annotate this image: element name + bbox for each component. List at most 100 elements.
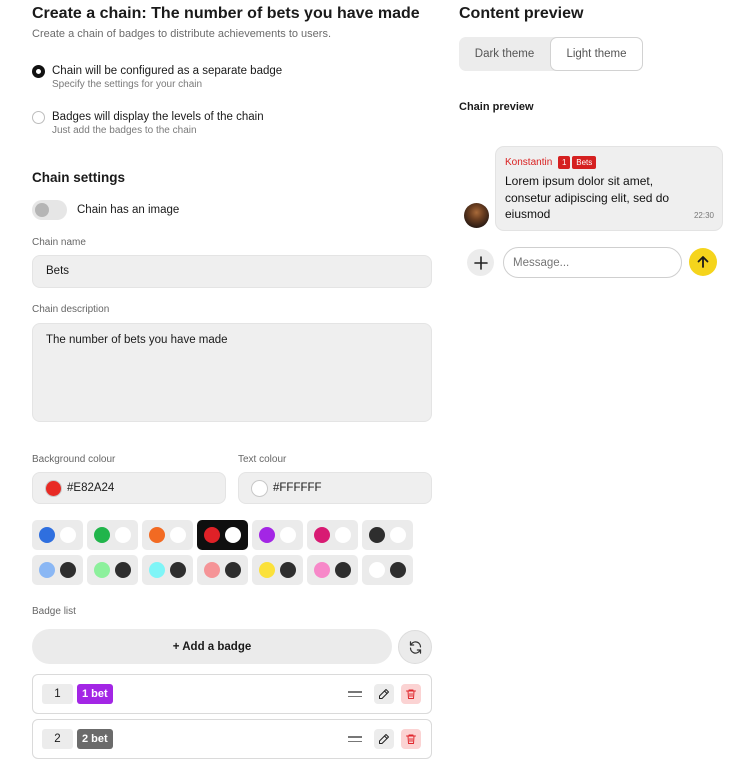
badge-row: 22 bet xyxy=(32,719,432,759)
refresh-icon xyxy=(409,640,421,654)
avatar xyxy=(464,203,489,228)
send-button[interactable] xyxy=(689,248,717,276)
refresh-button[interactable] xyxy=(398,630,432,664)
chat-message-bubble: Konstantin 1 Bets Lorem ipsum dolor sit … xyxy=(495,146,723,231)
colour-swatch[interactable] xyxy=(362,520,413,550)
toggle-knob xyxy=(35,203,49,217)
swatch-fg-dot xyxy=(115,562,131,578)
colour-swatch[interactable] xyxy=(142,555,193,585)
colour-swatch[interactable] xyxy=(87,555,138,585)
colour-swatch[interactable] xyxy=(32,520,83,550)
text-colour-label: Text colour xyxy=(238,454,287,465)
trash-icon xyxy=(406,734,416,744)
swatch-bg-dot xyxy=(259,562,275,578)
has-image-label: Chain has an image xyxy=(77,204,180,216)
swatch-bg-dot xyxy=(39,562,55,578)
swatch-fg-dot xyxy=(390,527,406,543)
edit-badge-button[interactable] xyxy=(374,729,394,749)
add-badge-button[interactable]: + Add a badge xyxy=(32,629,392,664)
option-title: Badges will display the levels of the ch… xyxy=(52,111,264,123)
swatch-fg-dot xyxy=(390,562,406,578)
colour-swatch[interactable] xyxy=(197,555,248,585)
message-text: Lorem ipsum dolor sit amet, consetur adi… xyxy=(505,174,670,221)
swatch-bg-dot xyxy=(259,527,275,543)
attach-button[interactable] xyxy=(467,249,494,276)
delete-badge-button[interactable] xyxy=(401,729,421,749)
colour-swatch[interactable] xyxy=(362,555,413,585)
theme-switch: Dark theme Light theme xyxy=(459,37,643,71)
swatch-fg-dot xyxy=(225,562,241,578)
swatch-fg-dot xyxy=(170,562,186,578)
arrow-up-icon xyxy=(697,256,709,268)
swatch-fg-dot xyxy=(60,527,76,543)
page-title: Create a chain: The number of bets you h… xyxy=(32,5,420,22)
message-input[interactable] xyxy=(503,247,682,278)
colour-swatch[interactable] xyxy=(252,555,303,585)
plus-icon xyxy=(473,255,488,270)
radio-selected-icon[interactable] xyxy=(32,65,45,78)
option-title: Chain will be configured as a separate b… xyxy=(52,65,283,77)
colour-swatch[interactable] xyxy=(307,555,358,585)
badge-number[interactable]: 2 xyxy=(42,729,73,749)
content-preview-title: Content preview xyxy=(459,5,584,22)
chain-name-input[interactable]: Bets xyxy=(32,255,432,288)
chain-settings-heading: Chain settings xyxy=(32,170,126,185)
page-subtitle: Create a chain of badges to distribute a… xyxy=(32,28,332,40)
badge-row: 11 bet xyxy=(32,674,432,714)
badge-pill: 2 bet xyxy=(77,729,113,749)
swatch-fg-dot xyxy=(335,562,351,578)
message-time: 22:30 xyxy=(693,211,714,220)
background-colour-input[interactable]: #E82A24 xyxy=(32,472,226,504)
swatch-bg-dot xyxy=(149,527,165,543)
colour-swatch[interactable] xyxy=(252,520,303,550)
edit-badge-button[interactable] xyxy=(374,684,394,704)
swatch-fg-dot xyxy=(115,527,131,543)
colour-swatch[interactable] xyxy=(87,520,138,550)
swatch-fg-dot xyxy=(60,562,76,578)
badge-list-label: Badge list xyxy=(32,606,76,617)
colour-swatch[interactable] xyxy=(197,520,248,550)
has-image-row: Chain has an image xyxy=(32,200,179,220)
option-separate-badge[interactable]: Chain will be configured as a separate b… xyxy=(32,64,282,92)
badge-number[interactable]: 1 xyxy=(42,684,73,704)
background-colour-value: #E82A24 xyxy=(67,482,115,494)
swatch-fg-dot xyxy=(280,527,296,543)
swatch-bg-dot xyxy=(149,562,165,578)
colour-swatch[interactable] xyxy=(142,520,193,550)
chain-preview-label: Chain preview xyxy=(459,101,534,113)
dark-theme-tab[interactable]: Dark theme xyxy=(459,37,550,71)
swatch-bg-dot xyxy=(314,562,330,578)
swatch-bg-dot xyxy=(369,562,385,578)
option-description: Just add the badges to the chain xyxy=(52,125,197,136)
chain-name-label: Chain name xyxy=(32,237,86,248)
swatch-bg-dot xyxy=(204,562,220,578)
swatch-bg-dot xyxy=(369,527,385,543)
radio-unselected-icon[interactable] xyxy=(32,111,45,124)
colour-swatch[interactable] xyxy=(307,520,358,550)
text-colour-value: #FFFFFF xyxy=(273,482,322,494)
swatch-bg-dot xyxy=(94,562,110,578)
text-colour-input[interactable]: #FFFFFF xyxy=(238,472,432,504)
message-author: Konstantin xyxy=(505,157,553,168)
drag-handle-icon[interactable] xyxy=(348,684,362,704)
swatch-fg-dot xyxy=(225,527,241,543)
trash-icon xyxy=(406,689,416,699)
swatch-bg-dot xyxy=(39,527,55,543)
option-description: Specify the settings for your chain xyxy=(52,79,203,90)
swatch-fg-dot xyxy=(280,562,296,578)
colour-swatch[interactable] xyxy=(32,555,83,585)
swatch-bg-dot xyxy=(314,527,330,543)
has-image-toggle[interactable] xyxy=(32,200,67,220)
delete-badge-button[interactable] xyxy=(401,684,421,704)
drag-handle-icon[interactable] xyxy=(348,729,362,749)
chain-name-badge: Bets xyxy=(572,156,597,169)
light-theme-tab[interactable]: Light theme xyxy=(550,37,643,71)
badge-pill: 1 bet xyxy=(77,684,113,704)
option-badge-levels[interactable]: Badges will display the levels of the ch… xyxy=(32,110,264,138)
colour-dot-icon xyxy=(251,479,268,497)
pencil-icon xyxy=(379,689,389,699)
chain-level-badge: 1 xyxy=(558,156,571,169)
colour-palette xyxy=(32,520,413,585)
colour-dot-icon xyxy=(45,479,62,497)
chain-description-textarea[interactable]: The number of bets you have made xyxy=(32,323,432,422)
